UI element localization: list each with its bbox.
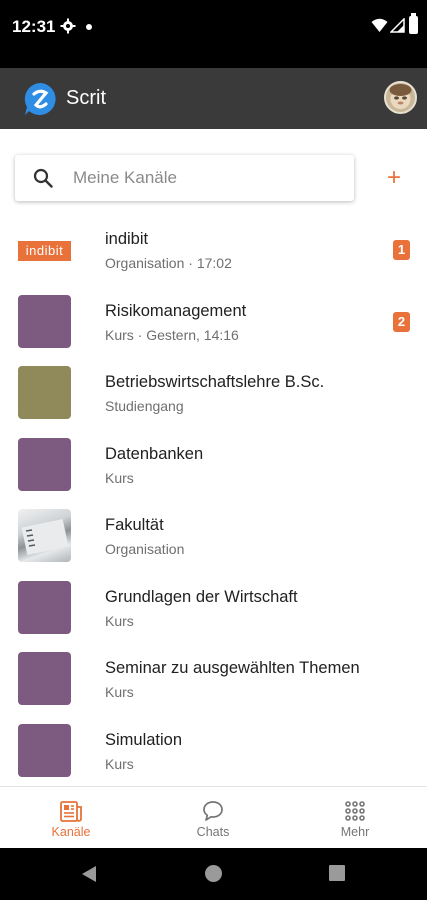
search-box[interactable] bbox=[15, 155, 354, 201]
user-avatar[interactable] bbox=[384, 81, 417, 114]
fakultaet-photo-thumbnail bbox=[18, 509, 71, 562]
home-circle-icon[interactable] bbox=[205, 865, 222, 882]
status-bar: 12:31 bbox=[0, 0, 427, 68]
channel-item-seminar[interactable]: Seminar zu ausgewählten Themen Kurs bbox=[0, 644, 427, 716]
scrit-logo-icon bbox=[24, 83, 56, 115]
channel-item-betriebswirtschaftslehre[interactable]: Betriebswirtschaftslehre B.Sc. Studienga… bbox=[0, 358, 427, 430]
channel-item-grundlagen-der-wirtschaft[interactable]: Grundlagen der Wirtschaft Kurs bbox=[0, 573, 427, 645]
unread-badge: 1 bbox=[393, 240, 410, 260]
channel-name: Betriebswirtschaftslehre B.Sc. bbox=[105, 373, 325, 391]
search-input[interactable] bbox=[73, 155, 343, 201]
channels-icon bbox=[60, 801, 82, 822]
search-icon bbox=[33, 168, 53, 188]
system-navigation-bar bbox=[0, 848, 427, 900]
channel-subtitle: Kurs bbox=[105, 684, 134, 700]
channel-name: Datenbanken bbox=[105, 444, 204, 463]
channel-thumbnail bbox=[18, 580, 71, 634]
notebook-photo-icon bbox=[21, 518, 69, 556]
channel-subtitle: Kurs · Gestern, 14:16 bbox=[105, 326, 239, 343]
notification-dot-icon bbox=[86, 24, 92, 30]
channel-name: Fakultät bbox=[105, 516, 164, 534]
channel-thumbnail bbox=[18, 652, 71, 705]
channel-thumbnail bbox=[18, 437, 71, 491]
nav-tab-kanaele[interactable]: Kanäle bbox=[0, 787, 142, 849]
channel-thumbnail bbox=[18, 366, 71, 419]
channel-name: Grundlagen der Wirtschaft bbox=[105, 587, 298, 606]
channel-name: indibit bbox=[105, 230, 149, 248]
nav-label: Kanäle bbox=[51, 825, 91, 839]
indibit-logo: indibit bbox=[18, 223, 71, 276]
channel-thumbnail bbox=[18, 723, 71, 777]
settings-gear-icon bbox=[60, 18, 76, 34]
unread-badge: 2 bbox=[393, 311, 410, 332]
channel-name: Simulation bbox=[105, 730, 183, 749]
recents-square-icon[interactable] bbox=[329, 865, 345, 881]
channel-subtitle: Kurs bbox=[105, 755, 134, 772]
channel-subtitle: Organisation bbox=[105, 541, 185, 557]
channel-subtitle: Kurs bbox=[105, 612, 134, 629]
channel-subtitle: Organisation · 17:02 bbox=[105, 255, 232, 271]
battery-icon bbox=[409, 13, 418, 34]
nav-tab-mehr[interactable]: Mehr bbox=[284, 787, 426, 849]
app-title: Scrit bbox=[66, 87, 106, 109]
nav-label: Chats bbox=[196, 825, 230, 839]
channel-subtitle: Studiengang bbox=[105, 398, 184, 414]
nav-label: Mehr bbox=[340, 825, 370, 839]
channel-subtitle: Kurs bbox=[105, 469, 134, 486]
status-time: 12:31 bbox=[12, 17, 56, 36]
channel-name: Risikomanagement bbox=[105, 301, 247, 320]
channel-thumbnail bbox=[18, 294, 71, 348]
nav-tab-chats[interactable]: Chats bbox=[142, 787, 284, 849]
channel-list: indibit indibit Organisation · 17:02 1 R… bbox=[0, 215, 427, 787]
grid-dots-icon bbox=[345, 801, 365, 821]
cell-signal-icon bbox=[390, 18, 405, 33]
channel-name: Seminar zu ausgewählten Themen bbox=[105, 659, 360, 677]
channel-item-risikomanagement[interactable]: Risikomanagement Kurs · Gestern, 14:16 2 bbox=[0, 287, 427, 359]
add-channel-button[interactable]: + bbox=[382, 164, 406, 192]
channel-item-simulation[interactable]: Simulation Kurs bbox=[0, 716, 427, 788]
search-row: + bbox=[0, 155, 427, 201]
app-bar: Scrit bbox=[0, 68, 427, 129]
bottom-navigation: Kanäle Chats Mehr bbox=[0, 786, 427, 848]
channel-item-fakultaet[interactable]: Fakultät Organisation bbox=[0, 501, 427, 573]
chat-bubble-icon bbox=[203, 801, 223, 821]
avatar-face-icon bbox=[389, 84, 412, 109]
channel-item-datenbanken[interactable]: Datenbanken Kurs bbox=[0, 430, 427, 502]
back-triangle-icon[interactable] bbox=[81, 865, 97, 883]
channel-item-indibit[interactable]: indibit indibit Organisation · 17:02 1 bbox=[0, 215, 427, 287]
indibit-logo-text: indibit bbox=[18, 241, 71, 261]
wifi-icon bbox=[371, 18, 388, 32]
